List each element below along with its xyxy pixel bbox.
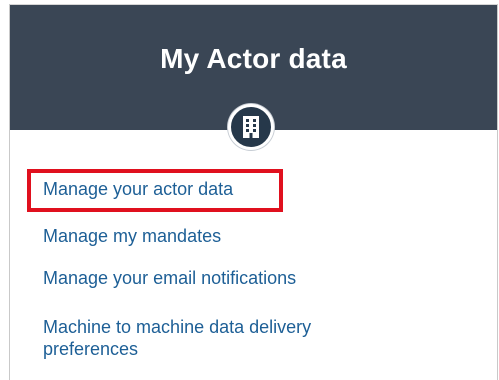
building-icon bbox=[228, 104, 274, 150]
panel-right-border bbox=[497, 4, 498, 380]
link-machine-data-delivery-preferences[interactable]: Machine to machine data delivery prefere… bbox=[43, 316, 383, 360]
link-manage-email-notifications[interactable]: Manage your email notifications bbox=[43, 267, 296, 289]
highlight-box bbox=[27, 169, 283, 212]
panel-title: My Actor data bbox=[160, 43, 347, 74]
actor-data-panel: My Actor data Manage your actor data Man… bbox=[0, 0, 499, 380]
building-icon-glyph bbox=[243, 116, 259, 138]
link-manage-mandates[interactable]: Manage my mandates bbox=[43, 225, 221, 247]
